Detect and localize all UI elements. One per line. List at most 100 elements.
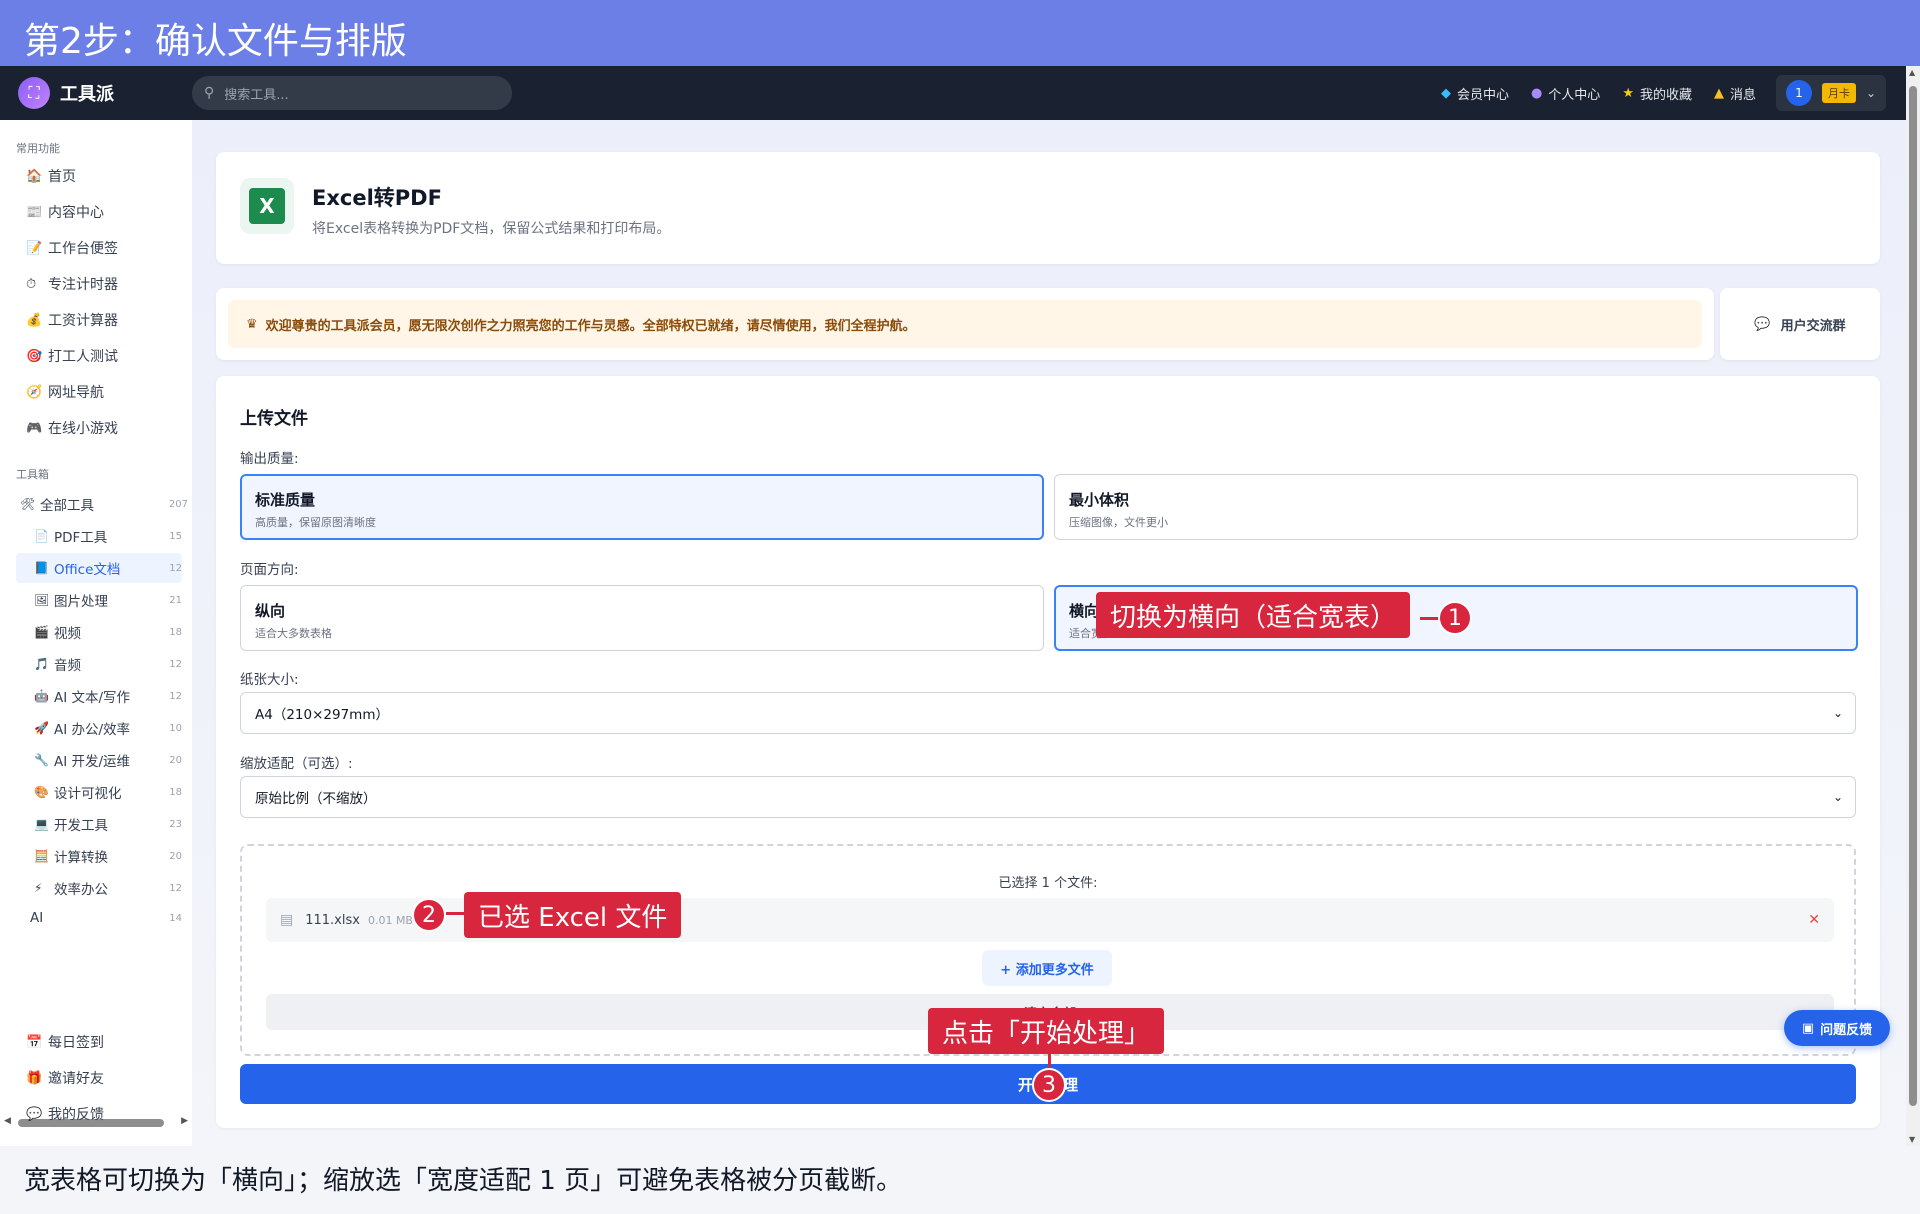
- paper-size-label: 纸张大小:: [240, 672, 299, 688]
- remove-file-icon[interactable]: ✕: [1808, 912, 1820, 928]
- sidebar-item-label: 工资计算器: [48, 313, 118, 329]
- welcome-card: ♛ 欢迎尊贵的工具派会员，愿无限次创作之力照亮您的工作与灵感。全部特权已就绪，请尽…: [216, 288, 1714, 360]
- caption-text: 宽表格可切换为「横向」；缩放选「宽度适配 1 页」可避免表格被分页截断。: [24, 1166, 903, 1196]
- quality-label: 输出质量:: [240, 451, 299, 467]
- sidebar-item-image[interactable]: 🖼 图片处理 21: [34, 590, 182, 610]
- sidebar-item-dev-tools[interactable]: 💻 开发工具 23: [34, 814, 182, 834]
- sidebar-item-count: 23: [169, 818, 182, 830]
- sidebar-item-notes[interactable]: 📝 工作台便签: [26, 238, 118, 258]
- annotation-number-2: 2: [412, 898, 446, 932]
- home-icon: 🏠: [26, 168, 43, 184]
- sidebar-item-label: 效率办公: [54, 882, 108, 898]
- stopwatch-icon: ⏱: [26, 276, 37, 292]
- scrollbar-thumb[interactable]: [1909, 86, 1917, 1106]
- sidebar-item-count: 18: [169, 786, 182, 798]
- sidebar-item-design[interactable]: 🎨 设计可视化 18: [34, 782, 182, 802]
- sidebar-item-ai-office[interactable]: 🚀 AI 办公/效率 10: [34, 718, 182, 738]
- bell-icon: ▲: [1713, 85, 1724, 101]
- sidebar-item-calc[interactable]: 🧮 计算转换 20: [34, 846, 182, 866]
- tool-header-card: X Excel转PDF 将Excel表格转换为PDF文档，保留公式结果和打印布局…: [216, 152, 1880, 264]
- scale-select[interactable]: 原始比例（不缩放） ⌄: [240, 776, 1856, 818]
- quality-option-standard[interactable]: 标准质量 高质量，保留原图清晰度: [240, 474, 1044, 540]
- sidebar-item-ai[interactable]: AI 14: [30, 910, 182, 926]
- selected-count: 已选择 1 个文件:: [998, 876, 1098, 891]
- file-name: 111.xlsx: [305, 912, 360, 928]
- clapper-icon: 🎬: [34, 625, 49, 639]
- page-description: 将Excel表格转换为PDF文档，保留公式结果和打印布局。: [312, 221, 671, 237]
- sidebar-item-label: 我的反馈: [48, 1107, 104, 1123]
- sidebar-item-games[interactable]: 🎮 在线小游戏: [26, 418, 118, 438]
- quality-option-smallest[interactable]: 最小体积 压缩图像，文件更小: [1054, 474, 1858, 540]
- nav-profile[interactable]: ● 个人中心: [1531, 84, 1600, 103]
- tutorial-caption: 宽表格可切换为「横向」；缩放选「宽度适配 1 页」可避免表格被分页截断。: [0, 1146, 1920, 1214]
- sidebar-item-timer[interactable]: ⏱ 专注计时器: [26, 274, 118, 294]
- sidebar-item-nav[interactable]: 🧭 网址导航: [26, 382, 104, 402]
- nav-vip-center[interactable]: ◆ 会员中心: [1441, 84, 1509, 103]
- sidebar-item-count: 20: [169, 754, 182, 766]
- user-menu[interactable]: 1 月卡 ⌄: [1776, 75, 1886, 111]
- scroll-right-icon[interactable]: ▶: [181, 1116, 188, 1126]
- vertical-scrollbar[interactable]: ▲ ▼: [1906, 66, 1920, 1146]
- abacus-icon: 🧮: [34, 849, 49, 863]
- scroll-down-icon[interactable]: ▼: [1909, 1135, 1915, 1144]
- sidebar-item-feedback[interactable]: 💬 我的反馈: [26, 1104, 104, 1124]
- sidebar-item-label: 邀请好友: [48, 1071, 104, 1087]
- scroll-up-icon[interactable]: ▲: [1909, 68, 1915, 77]
- sidebar-item-worker-test[interactable]: 🎯 打工人测试: [26, 346, 118, 366]
- sidebar-item-count: 21: [169, 594, 182, 606]
- search-input[interactable]: ⚲ 搜索工具...: [192, 76, 512, 110]
- user-group-button[interactable]: 💬 用户交流群: [1720, 288, 1880, 360]
- target-icon: 🎯: [26, 348, 43, 364]
- sidebar-item-invite[interactable]: 🎁 邀请好友: [26, 1068, 104, 1088]
- avatar: 1: [1786, 80, 1812, 106]
- orientation-option-portrait[interactable]: 纵向 适合大多数表格: [240, 585, 1044, 651]
- sidebar-item-salary[interactable]: 💰 工资计算器: [26, 310, 118, 330]
- orientation-label: 页面方向:: [240, 562, 299, 578]
- sidebar-item-label: 专注计时器: [48, 277, 118, 293]
- newspaper-icon: 📰: [26, 204, 43, 220]
- sidebar-item-audio[interactable]: 🎵 音频 12: [34, 654, 182, 674]
- add-more-files-button[interactable]: + 添加更多文件: [982, 950, 1112, 986]
- search-placeholder: 搜索工具...: [224, 87, 289, 103]
- sidebar-item-home[interactable]: 🏠 首页: [26, 166, 76, 186]
- memo-icon: 📝: [26, 240, 43, 256]
- annotation-number-1: 1: [1438, 601, 1472, 635]
- sidebar-item-label: AI 文本/写作: [54, 690, 131, 706]
- page-title: Excel转PDF: [312, 186, 442, 210]
- user-group-label: 用户交流群: [1780, 318, 1846, 334]
- sidebar-item-count: 12: [169, 690, 182, 702]
- sidebar-section-common: 常用功能: [16, 142, 60, 155]
- excel-icon-letter: X: [249, 188, 285, 224]
- feedback-float-button[interactable]: ▣ 问题反馈: [1784, 1010, 1890, 1046]
- lightning-icon: ⚡: [34, 881, 43, 895]
- sidebar-item-checkin[interactable]: 📅 每日签到: [26, 1032, 104, 1052]
- sidebar-item-label: AI 开发/运维: [54, 754, 131, 770]
- annotation-callout-3: 点击「开始处理」: [928, 1008, 1165, 1054]
- scroll-left-icon[interactable]: ◀: [4, 1116, 11, 1126]
- sidebar-item-ai-writing[interactable]: 🤖 AI 文本/写作 12: [34, 686, 182, 706]
- sidebar-item-content[interactable]: 📰 内容中心: [26, 202, 104, 222]
- sidebar-item-label: 在线小游戏: [48, 421, 118, 437]
- briefcase-icon: ⛶: [18, 77, 50, 109]
- sidebar-item-ai-devops[interactable]: 🔧 AI 开发/运维 20: [34, 750, 182, 770]
- crown-icon: ♛: [246, 316, 258, 332]
- tutorial-banner: 第2步：确认文件与排版: [0, 0, 1920, 66]
- paper-size-select[interactable]: A4（210×297mm） ⌄: [240, 692, 1856, 734]
- upload-section-title: 上传文件: [240, 409, 308, 429]
- sidebar-item-label: AI: [30, 910, 44, 926]
- annotation-callout-2: 已选 Excel 文件: [464, 892, 682, 938]
- sidebar-item-all-tools[interactable]: 🛠 全部工具 207: [20, 494, 188, 514]
- compass-icon: 🧭: [26, 384, 43, 400]
- sidebar-item-efficiency[interactable]: ⚡ 效率办公 12: [34, 878, 182, 898]
- brand-logo[interactable]: ⛶ 工具派: [18, 77, 192, 109]
- speech-bubble-icon: 💬: [26, 1106, 43, 1122]
- sidebar-item-pdf[interactable]: 📄 PDF工具 15: [34, 526, 182, 546]
- sidebar-item-video[interactable]: 🎬 视频 18: [34, 622, 182, 642]
- option-desc: 压缩图像，文件更小: [1069, 516, 1168, 529]
- annotation-connector-1: [1420, 617, 1440, 620]
- sidebar-item-office[interactable]: 📘 Office文档 12: [16, 553, 182, 583]
- sidebar-item-count: 20: [169, 850, 182, 862]
- nav-label: 消息: [1729, 87, 1756, 103]
- nav-messages[interactable]: ▲ 消息: [1714, 84, 1756, 103]
- nav-favorites[interactable]: ★ 我的收藏: [1622, 84, 1692, 103]
